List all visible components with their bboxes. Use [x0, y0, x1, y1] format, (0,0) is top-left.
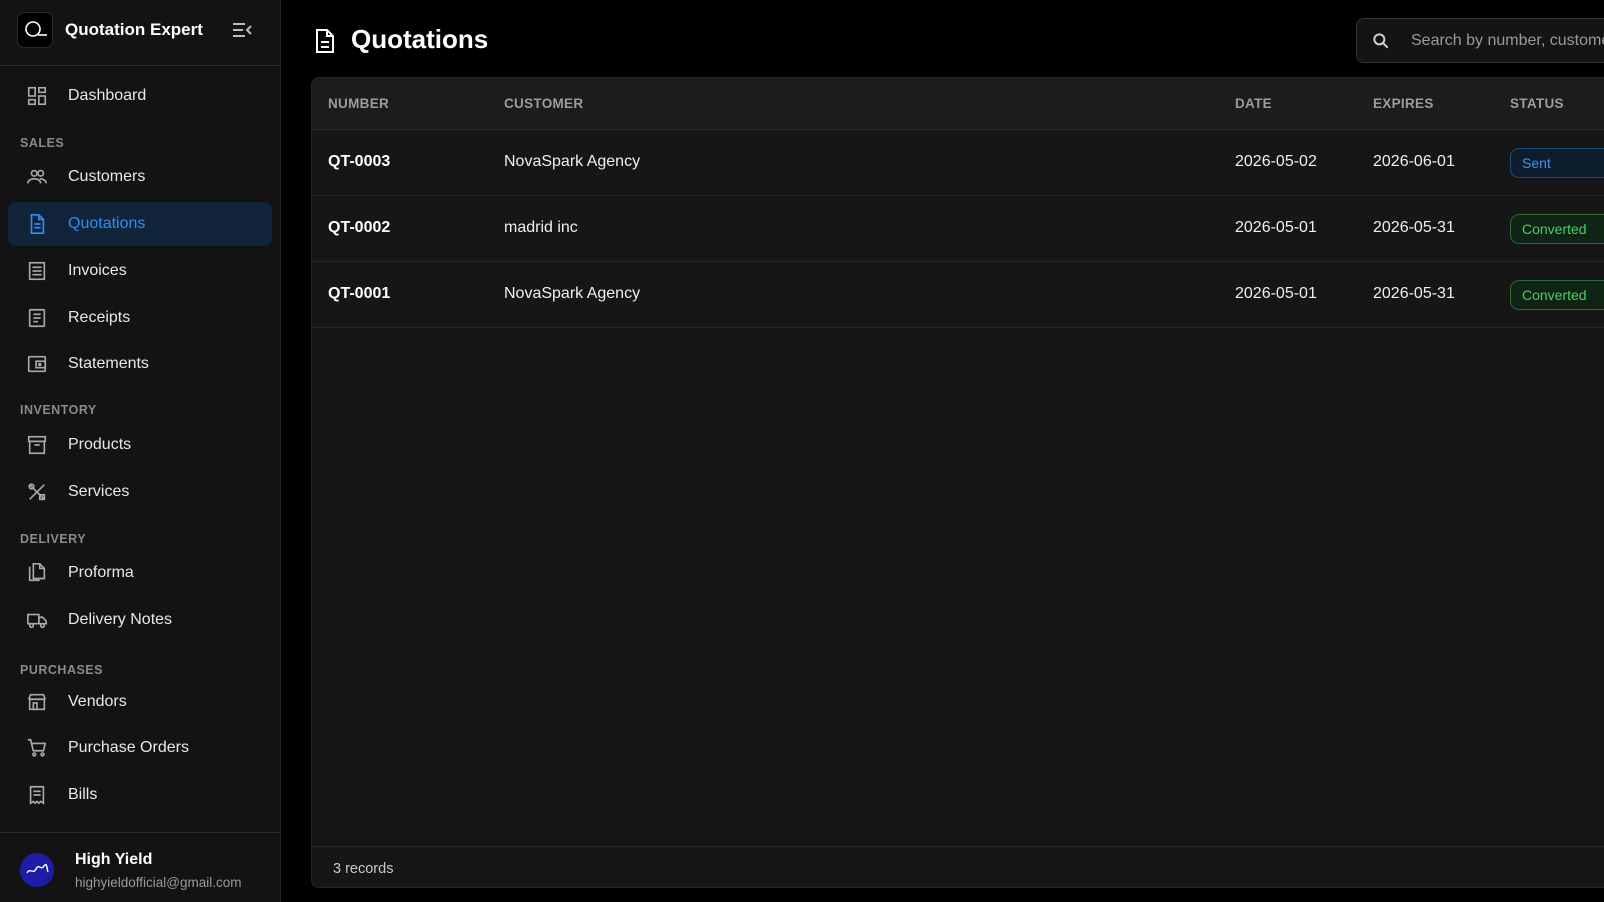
- sidebar-item-label: Statements: [68, 355, 149, 372]
- sidebar-item-services[interactable]: Services: [8, 470, 272, 514]
- collapse-sidebar-icon[interactable]: [230, 18, 254, 42]
- sidebar-item-customers[interactable]: Customers: [8, 155, 272, 199]
- sidebar-item-proforma[interactable]: Proforma: [8, 551, 272, 595]
- sidebar-item-purchase-orders[interactable]: Purchase Orders: [8, 726, 272, 770]
- column-header-customer[interactable]: CUSTOMER: [504, 96, 583, 111]
- sidebar-item-delivery-notes[interactable]: Delivery Notes: [8, 598, 272, 642]
- quotation-number: QT-0002: [328, 219, 391, 236]
- sidebar-item-label: Vendors: [68, 693, 127, 710]
- user-profile[interactable]: High Yield highyieldofficial@gmail.com: [0, 832, 280, 902]
- status-badge: Sent: [1510, 148, 1604, 178]
- truck-icon: [27, 613, 47, 629]
- table-row[interactable]: QT-0003 NovaSpark Agency 2026-05-02 2026…: [312, 130, 1604, 196]
- cart-icon: [27, 738, 47, 757]
- sidebar-item-label: Quotations: [68, 215, 146, 232]
- column-header-number[interactable]: NUMBER: [328, 96, 389, 111]
- sidebar-item-bills[interactable]: Bills: [8, 773, 272, 817]
- customer-name: madrid inc: [504, 219, 578, 236]
- column-header-expires[interactable]: EXPIRES: [1373, 96, 1434, 111]
- sidebar-item-label: Services: [68, 483, 130, 500]
- search-box[interactable]: [1356, 18, 1604, 63]
- sidebar-item-label: Dashboard: [68, 87, 147, 104]
- sidebar-item-invoices[interactable]: Invoices: [8, 249, 272, 293]
- section-label-sales: SALES: [20, 136, 65, 150]
- table-footer: 3 records: [312, 846, 1604, 887]
- section-label-inventory: INVENTORY: [20, 403, 97, 417]
- sidebar-item-vendors[interactable]: Vendors: [8, 680, 272, 724]
- sidebar-item-label: Receipts: [68, 309, 131, 326]
- sidebar-item-label: Proforma: [68, 564, 134, 581]
- table-header: NUMBER CUSTOMER DATE EXPIRES STATUS: [312, 78, 1604, 130]
- customer-name: NovaSpark Agency: [504, 153, 641, 170]
- section-label-delivery: DELIVERY: [20, 532, 87, 546]
- user-email: highyieldofficial@gmail.com: [75, 875, 242, 890]
- invoice-icon: [28, 261, 46, 281]
- search-input[interactable]: [1411, 19, 1604, 62]
- sidebar-item-label: Products: [68, 436, 132, 453]
- section-label-purchases: PURCHASES: [20, 663, 103, 677]
- brand-header: Quotation Expert: [0, 0, 280, 66]
- status-badge: Converted: [1510, 214, 1604, 244]
- wallet-icon: [27, 355, 47, 373]
- quotation-number: QT-0001: [328, 285, 391, 302]
- quotation-date: 2026-05-02: [1235, 153, 1317, 170]
- sidebar-item-label: Customers: [68, 168, 146, 185]
- sidebar-item-dashboard[interactable]: Dashboard: [8, 74, 272, 118]
- sidebar-item-statements[interactable]: Statements: [8, 342, 272, 386]
- sidebar-item-label: Delivery Notes: [68, 611, 173, 628]
- customer-name: NovaSpark Agency: [504, 285, 641, 302]
- search-icon: [1373, 33, 1389, 49]
- archive-icon: [27, 435, 47, 455]
- sidebar-item-label: Bills: [68, 786, 98, 803]
- expiry-date: 2026-05-31: [1373, 219, 1455, 236]
- receipt-icon: [28, 308, 46, 328]
- store-icon: [27, 693, 47, 711]
- dashboard-icon: [27, 86, 47, 106]
- document-icon: [30, 214, 45, 234]
- expiry-date: 2026-05-31: [1373, 285, 1455, 302]
- user-name: High Yield: [75, 851, 153, 868]
- column-header-status[interactable]: STATUS: [1510, 96, 1564, 111]
- copy-documents-icon: [28, 563, 46, 582]
- quotations-table: NUMBER CUSTOMER DATE EXPIRES STATUS QT-0…: [311, 77, 1604, 888]
- expiry-date: 2026-06-01: [1373, 153, 1455, 170]
- sidebar-item-products[interactable]: Products: [8, 423, 272, 467]
- sidebar-item-label: Purchase Orders: [68, 739, 189, 756]
- document-icon: [316, 29, 334, 53]
- quotation-number: QT-0003: [328, 153, 391, 170]
- column-header-date[interactable]: DATE: [1235, 96, 1272, 111]
- record-count: 3 records: [333, 861, 394, 877]
- sidebar-item-quotations[interactable]: Quotations: [8, 202, 272, 246]
- avatar: [20, 853, 54, 887]
- people-icon: [27, 169, 47, 184]
- table-row[interactable]: QT-0002 madrid inc 2026-05-01 2026-05-31…: [312, 196, 1604, 262]
- sidebar-item-label: Invoices: [68, 262, 127, 279]
- table-row[interactable]: QT-0001 NovaSpark Agency 2026-05-01 2026…: [312, 262, 1604, 328]
- bill-icon: [29, 785, 45, 805]
- app-title: Quotation Expert: [65, 20, 203, 39]
- tools-icon: [28, 483, 46, 501]
- sidebar: Quotation Expert Dashboard SALES Custome…: [0, 0, 281, 902]
- sidebar-item-receipts[interactable]: Receipts: [8, 296, 272, 340]
- status-badge: Converted: [1510, 280, 1604, 310]
- quotation-date: 2026-05-01: [1235, 219, 1317, 236]
- app-logo: [17, 12, 53, 48]
- page-title: Quotations: [351, 24, 489, 54]
- quotation-date: 2026-05-01: [1235, 285, 1317, 302]
